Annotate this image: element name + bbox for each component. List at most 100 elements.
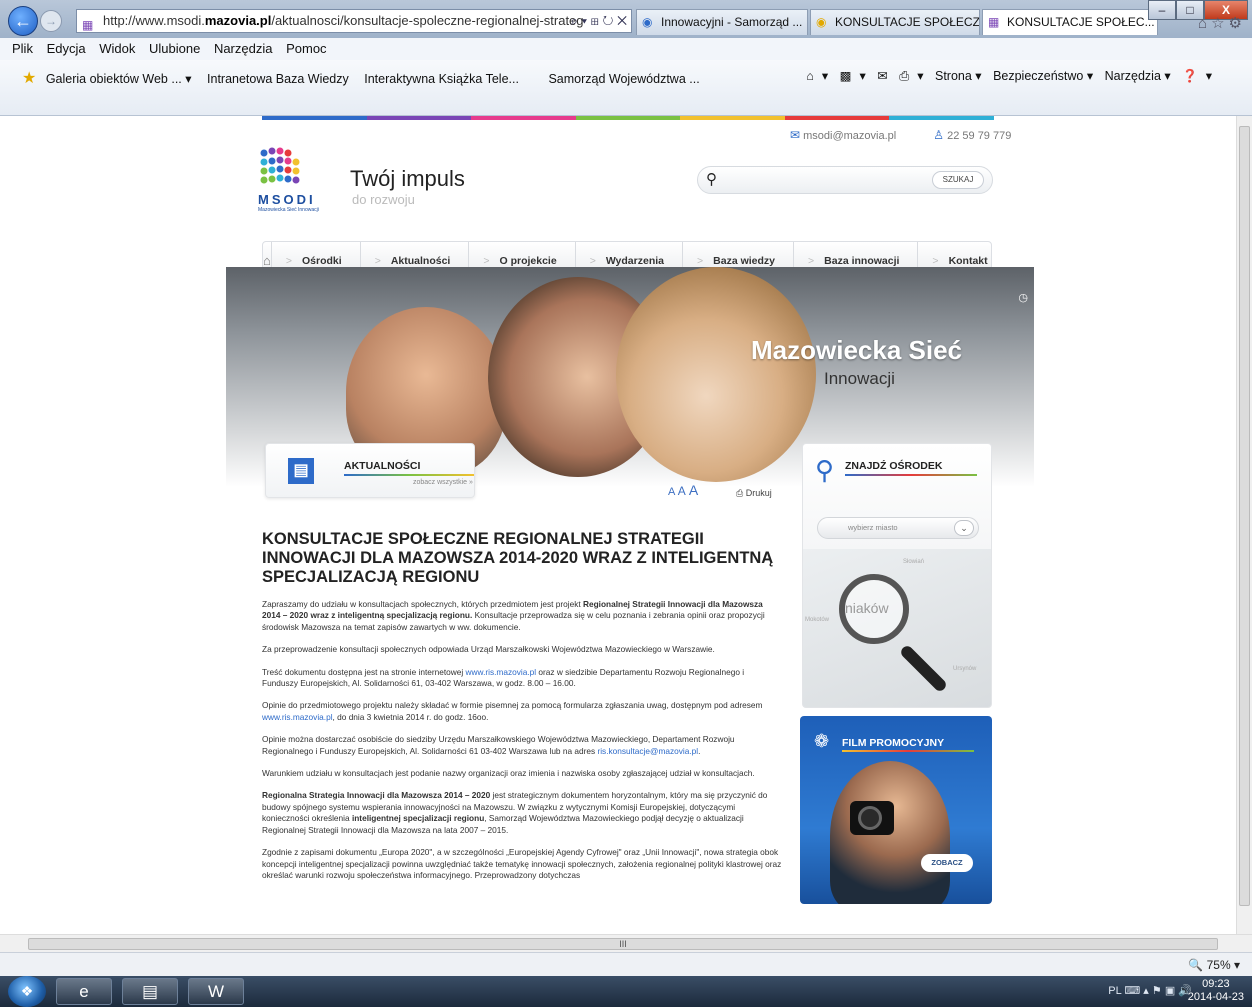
- film-underline: [842, 750, 974, 752]
- fav-intranet[interactable]: Intranetowa Baza Wiedzy: [207, 72, 349, 86]
- contact-email[interactable]: msodi@mazovia.pl: [803, 130, 896, 142]
- font-medium[interactable]: A: [678, 484, 686, 498]
- feeds-dropdown[interactable]: ▾: [859, 69, 865, 83]
- menu-ulubione[interactable]: Ulubione: [149, 41, 200, 56]
- flag-icon[interactable]: ⚑: [1152, 985, 1162, 997]
- magnifier-icon[interactable]: niaków: [839, 574, 909, 644]
- contact-phone: 22 59 79 779: [947, 130, 1012, 142]
- word-taskbar-icon[interactable]: W: [188, 978, 244, 1005]
- status-bar: 🔍 75% ▾: [0, 952, 1252, 976]
- tab-label: KONSULTACJE SPOŁECZN...: [835, 15, 980, 29]
- vertical-scrollbar[interactable]: [1236, 116, 1252, 934]
- city-select[interactable]: wybierz miasto ⌄: [817, 517, 979, 539]
- site-logo[interactable]: MSODI Mazowiecka Sieć Innowacji: [258, 145, 322, 215]
- menu-widok[interactable]: Widok: [99, 41, 135, 56]
- home-dropdown[interactable]: ▾: [822, 69, 828, 83]
- map-label: Ursynów: [953, 666, 977, 672]
- search-button[interactable]: SZUKAJ: [932, 171, 984, 189]
- back-button[interactable]: ←: [8, 6, 38, 36]
- cmd-bezpieczenstwo[interactable]: Bezpieczeństwo ▾: [993, 69, 1093, 83]
- menu-pomoc[interactable]: Pomoc: [286, 41, 326, 56]
- text: Zapraszamy do udziału w konsultacjach sp…: [262, 599, 583, 609]
- tab-innowacyjni[interactable]: ◉ Innowacyjni - Samorząd ...: [636, 9, 808, 35]
- cmd-narzedzia[interactable]: Narzędzia ▾: [1105, 69, 1171, 83]
- article-paragraph: Zgodnie z zapisami dokumentu „Europa 202…: [262, 847, 782, 880]
- article-paragraph: Treść dokumentu dostępna jest na stronie…: [262, 667, 782, 690]
- print-icon[interactable]: ⎙: [899, 69, 909, 83]
- home-favorites-tools-icons[interactable]: ⌂☆⚙: [1198, 14, 1246, 32]
- help-dropdown[interactable]: ▾: [1206, 69, 1212, 83]
- nav-label: O projekcie: [499, 255, 557, 267]
- address-controls[interactable]: ⌕ ▾ ⊞ ↻ ✕: [571, 10, 627, 32]
- article-title: KONSULTACJE SPOŁECZNE REGIONALNEJ STRATE…: [262, 530, 774, 586]
- tab-konsultacje-1[interactable]: ◉ KONSULTACJE SPOŁECZN...: [810, 9, 980, 35]
- find-underline: [845, 474, 977, 476]
- map-label: Słowiań: [903, 559, 925, 565]
- text: .: [698, 745, 701, 756]
- menu-narzedzia[interactable]: Narzędzia: [214, 41, 273, 56]
- menu-edycja[interactable]: Edycja: [47, 41, 86, 56]
- start-button[interactable]: ❖: [8, 976, 46, 1007]
- clock[interactable]: 09:23 2014-04-23: [1188, 978, 1244, 1004]
- hero-photo-woman: [616, 267, 816, 482]
- explorer-taskbar-icon[interactable]: ▤: [122, 978, 178, 1005]
- fav-samorzad[interactable]: Samorząd Województwa ...: [548, 72, 699, 86]
- stripe-segment: [575, 116, 681, 120]
- ie-taskbar-icon[interactable]: e: [56, 978, 112, 1005]
- home-icon[interactable]: ⌂: [806, 69, 814, 83]
- zoom-control[interactable]: 🔍 75% ▾: [1188, 953, 1240, 977]
- print-dropdown[interactable]: ▾: [917, 69, 923, 83]
- language-indicator[interactable]: PL: [1108, 985, 1121, 997]
- address-bar[interactable]: ▦ http://www.msodi.mazovia.pl/aktualnosc…: [76, 9, 632, 33]
- watch-button[interactable]: ZOBACZ: [921, 854, 973, 872]
- help-icon[interactable]: ❓: [1182, 69, 1198, 83]
- email-link[interactable]: ris.konsultacje@mazovia.pl: [597, 746, 698, 756]
- system-tray: PL ⌨ ▴ ⚑ ▣ 🔊: [1108, 984, 1192, 997]
- ie-icon: ◉: [816, 15, 827, 29]
- taskbar: ❖ e ▤ W PL ⌨ ▴ ⚑ ▣ 🔊 09:23 2014-04-23: [0, 976, 1252, 1007]
- stripe-segment: [784, 116, 890, 120]
- location-pin-icon: ⚲: [815, 455, 835, 485]
- font-small[interactable]: A: [668, 486, 675, 498]
- ris-link[interactable]: www.ris.mazovia.pl: [466, 667, 537, 677]
- print-link[interactable]: ⎙ Drukuj: [736, 488, 772, 499]
- ris-link[interactable]: www.ris.mazovia.pl: [262, 712, 333, 722]
- fav-galeria[interactable]: Galeria obiektów Web ... ▾: [46, 72, 192, 86]
- scroll-thumb[interactable]: [1239, 126, 1250, 906]
- url-domain: mazovia.pl: [204, 13, 272, 28]
- clock-icon[interactable]: ◷: [1018, 291, 1028, 304]
- font-large[interactable]: A: [689, 482, 698, 498]
- news-more-link[interactable]: zobacz wszystkie »: [413, 479, 473, 486]
- logo-subtext: Mazowiecka Sieć Innowacji: [258, 207, 319, 213]
- favorites-bar: ★ Galeria obiektów Web ... ▾ Intranetowa…: [0, 60, 1252, 116]
- fav-ksiazka[interactable]: Interaktywna Książka Tele...: [364, 72, 519, 86]
- news-icon: ▤: [288, 458, 314, 484]
- tray-arrow-icon[interactable]: ▴: [1143, 985, 1149, 997]
- favorites-star-icon[interactable]: ★: [22, 70, 36, 87]
- chevron-down-icon[interactable]: ⌄: [954, 520, 974, 536]
- forward-button[interactable]: →: [40, 10, 62, 32]
- feeds-icon[interactable]: ▩: [840, 69, 852, 83]
- text: Treść dokumentu dostępna jest na stronie…: [262, 666, 466, 677]
- tab-favicon-icon: ▦: [988, 15, 1000, 29]
- tab-konsultacje-active[interactable]: ▦ KONSULTACJE SPOŁEC... ×: [982, 9, 1158, 35]
- mail-icon[interactable]: ✉: [877, 69, 887, 83]
- find-center-box: ⚲ ZNAJDŹ OŚRODEK wybierz miasto ⌄ Słowia…: [802, 443, 992, 708]
- cmd-strona[interactable]: Strona ▾: [935, 69, 982, 83]
- scroll-thumb[interactable]: III: [28, 938, 1218, 950]
- site-search: ⚲ SZUKAJ: [697, 166, 993, 194]
- network-icon[interactable]: ▣: [1165, 985, 1175, 997]
- tab-favicon-icon: ◉: [642, 15, 653, 29]
- keyboard-icon[interactable]: ⌨: [1124, 985, 1140, 997]
- film-heading: FILM PROMOCYJNY: [842, 737, 945, 749]
- phone-person-icon: ♙: [933, 128, 945, 142]
- minimize-button[interactable]: –: [1148, 0, 1176, 20]
- news-box[interactable]: ▤ AKTUALNOŚCI zobacz wszystkie »: [265, 443, 475, 498]
- horizontal-scrollbar[interactable]: III: [0, 934, 1252, 952]
- logo-text: MSODI: [258, 192, 316, 207]
- tab-label: KONSULTACJE SPOŁEC... ×: [1007, 15, 1158, 29]
- menu-plik[interactable]: Plik: [12, 41, 33, 56]
- stripe-segment: [471, 116, 576, 120]
- site-favicon-icon: ▦: [82, 18, 94, 32]
- search-input[interactable]: [728, 171, 918, 189]
